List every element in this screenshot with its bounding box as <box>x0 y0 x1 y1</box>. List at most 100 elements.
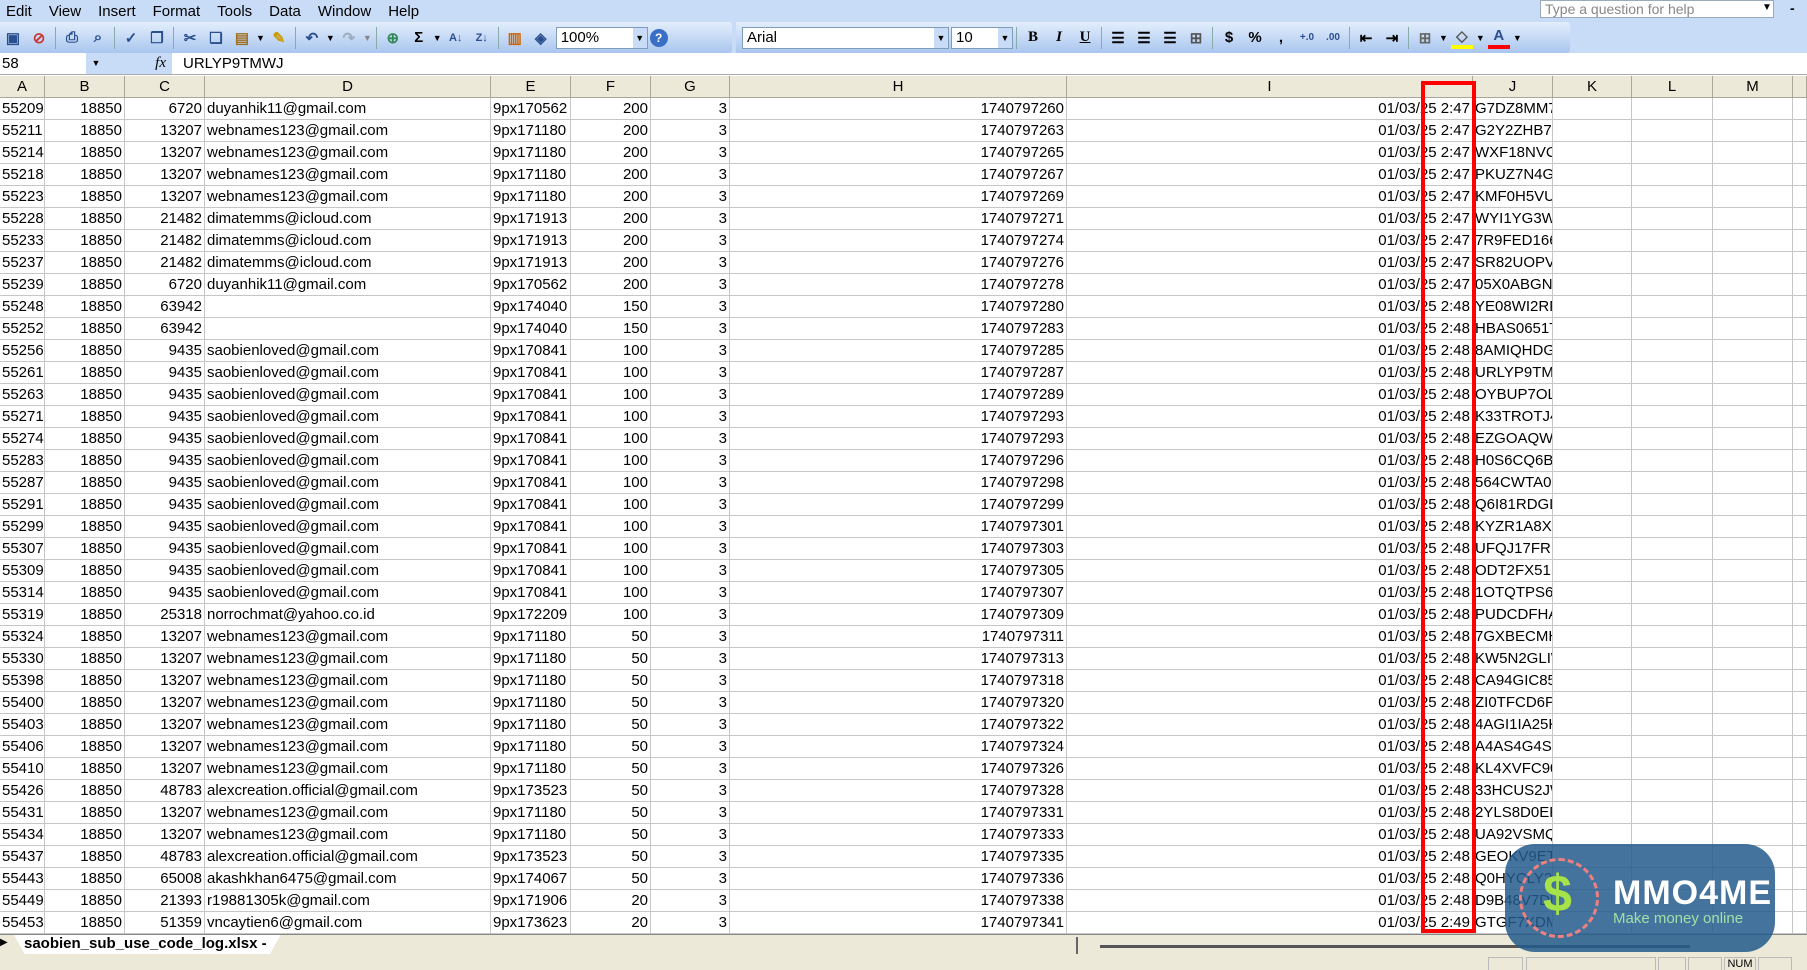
cell-a[interactable]: 55256 <box>0 340 45 362</box>
cell-f[interactable]: 50 <box>571 648 651 670</box>
cell-l[interactable] <box>1632 824 1713 846</box>
cell-a[interactable]: 55437 <box>0 846 45 868</box>
cell-h[interactable]: 1740797307 <box>730 582 1067 604</box>
cell-l[interactable] <box>1632 494 1713 516</box>
cell-c[interactable]: 48783 <box>125 780 205 802</box>
print-icon[interactable]: ⎙ <box>61 27 83 49</box>
cell-i[interactable]: 01/03/25 2:47 <box>1067 208 1473 230</box>
cell-j[interactable]: HBAS0651TP <box>1473 318 1553 340</box>
cell-n[interactable] <box>1793 560 1807 582</box>
cell-m[interactable] <box>1713 758 1793 780</box>
cell-c[interactable]: 9435 <box>125 516 205 538</box>
cell-c[interactable]: 9435 <box>125 406 205 428</box>
cell-n[interactable] <box>1793 846 1807 868</box>
cell-d[interactable]: saobienloved@gmail.com <box>205 472 491 494</box>
cell-a[interactable]: 55214 <box>0 142 45 164</box>
cell-k[interactable] <box>1553 274 1632 296</box>
cell-f[interactable]: 100 <box>571 538 651 560</box>
cell-j[interactable]: A4AS4G4SB8 <box>1473 736 1553 758</box>
column-header[interactable]: A <box>0 76 45 98</box>
cell-c[interactable]: 13207 <box>125 142 205 164</box>
cell-f[interactable]: 50 <box>571 670 651 692</box>
cell-h[interactable]: 1740797328 <box>730 780 1067 802</box>
cell-e[interactable]: 9px174067 <box>491 868 571 890</box>
cell-m[interactable] <box>1713 824 1793 846</box>
cut-icon[interactable]: ✂ <box>179 27 201 49</box>
name-box-dropdown-icon[interactable]: ▼ <box>86 53 106 74</box>
cell-i[interactable]: 01/03/25 2:48 <box>1067 472 1473 494</box>
cell-i[interactable]: 01/03/25 2:48 <box>1067 868 1473 890</box>
cell-h[interactable]: 1740797293 <box>730 406 1067 428</box>
cell-c[interactable]: 13207 <box>125 164 205 186</box>
cell-k[interactable] <box>1553 538 1632 560</box>
menu-help[interactable]: Help <box>380 3 428 20</box>
cell-h[interactable]: 1740797285 <box>730 340 1067 362</box>
fill-color-dropdown-icon[interactable]: ▼ <box>1476 33 1485 43</box>
undo-dropdown-icon[interactable]: ▼ <box>326 33 335 43</box>
menu-edit[interactable]: Edit <box>0 3 41 20</box>
cell-f[interactable]: 50 <box>571 802 651 824</box>
column-header[interactable]: J <box>1473 76 1553 98</box>
cell-a[interactable]: 55271 <box>0 406 45 428</box>
align-center-icon[interactable]: ☰ <box>1133 27 1155 49</box>
cell-g[interactable]: 3 <box>651 406 730 428</box>
cell-f[interactable]: 100 <box>571 560 651 582</box>
minimize-icon[interactable]: - <box>1790 0 1795 16</box>
column-header[interactable]: F <box>571 76 651 98</box>
cell-c[interactable]: 13207 <box>125 758 205 780</box>
cell-e[interactable]: 9px172209 <box>491 604 571 626</box>
cell-c[interactable]: 9435 <box>125 362 205 384</box>
cell-h[interactable]: 1740797311 <box>730 626 1067 648</box>
cell-c[interactable]: 9435 <box>125 384 205 406</box>
cell-f[interactable]: 200 <box>571 142 651 164</box>
fx-icon[interactable]: fx <box>106 53 172 74</box>
cell-n[interactable] <box>1793 340 1807 362</box>
cell-m[interactable] <box>1713 274 1793 296</box>
cell-m[interactable] <box>1713 736 1793 758</box>
cell-k[interactable] <box>1553 450 1632 472</box>
cell-n[interactable] <box>1793 384 1807 406</box>
cell-b[interactable]: 18850 <box>45 340 125 362</box>
cell-j[interactable]: PKUZ7N4GS1 <box>1473 164 1553 186</box>
cell-a[interactable]: 55287 <box>0 472 45 494</box>
cell-c[interactable]: 9435 <box>125 560 205 582</box>
cell-j[interactable]: KW5N2GLIWR <box>1473 648 1553 670</box>
cell-h[interactable]: 1740797267 <box>730 164 1067 186</box>
align-left-icon[interactable]: ☰ <box>1107 27 1129 49</box>
cell-h[interactable]: 1740797324 <box>730 736 1067 758</box>
cell-k[interactable] <box>1553 318 1632 340</box>
cell-d[interactable]: webnames123@gmail.com <box>205 626 491 648</box>
cell-e[interactable]: 9px170841 <box>491 362 571 384</box>
cell-g[interactable]: 3 <box>651 912 730 934</box>
cell-d[interactable]: webnames123@gmail.com <box>205 758 491 780</box>
cell-e[interactable]: 9px171913 <box>491 208 571 230</box>
cell-b[interactable]: 18850 <box>45 736 125 758</box>
cell-e[interactable]: 9px171180 <box>491 714 571 736</box>
cell-a[interactable]: 55309 <box>0 560 45 582</box>
cell-i[interactable]: 01/03/25 2:48 <box>1067 538 1473 560</box>
cell-b[interactable]: 18850 <box>45 428 125 450</box>
cell-e[interactable]: 9px171913 <box>491 230 571 252</box>
cell-c[interactable]: 9435 <box>125 494 205 516</box>
cell-l[interactable] <box>1632 142 1713 164</box>
cell-i[interactable]: 01/03/25 2:48 <box>1067 582 1473 604</box>
cell-a[interactable]: 55314 <box>0 582 45 604</box>
cell-l[interactable] <box>1632 120 1713 142</box>
cell-f[interactable]: 20 <box>571 890 651 912</box>
cell-j[interactable]: WXF18NVC2E <box>1473 142 1553 164</box>
column-header[interactable]: H <box>730 76 1067 98</box>
cell-k[interactable] <box>1553 384 1632 406</box>
cell-a[interactable]: 55400 <box>0 692 45 714</box>
cell-g[interactable]: 3 <box>651 274 730 296</box>
cell-h[interactable]: 1740797313 <box>730 648 1067 670</box>
cell-k[interactable] <box>1553 758 1632 780</box>
cell-d[interactable]: saobienloved@gmail.com <box>205 362 491 384</box>
cell-j[interactable]: 8AMIQHDGNQ <box>1473 340 1553 362</box>
cell-a[interactable]: 55239 <box>0 274 45 296</box>
cell-i[interactable]: 01/03/25 2:48 <box>1067 406 1473 428</box>
cell-e[interactable]: 9px173523 <box>491 846 571 868</box>
cell-d[interactable]: webnames123@gmail.com <box>205 692 491 714</box>
cell-m[interactable] <box>1713 296 1793 318</box>
cell-b[interactable]: 18850 <box>45 868 125 890</box>
cell-n[interactable] <box>1793 164 1807 186</box>
